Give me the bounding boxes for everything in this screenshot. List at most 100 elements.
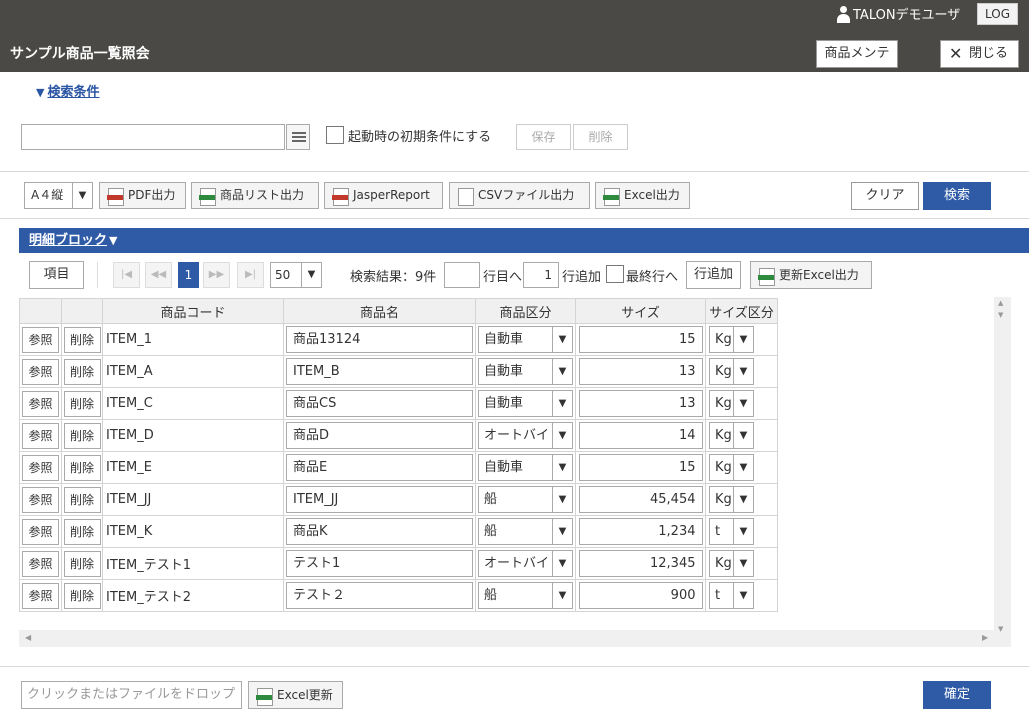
delete-row-button[interactable]: 削除 (63, 326, 101, 353)
product-name-input[interactable]: 商品13124 (286, 326, 473, 353)
reference-button[interactable]: 参照 (22, 422, 59, 449)
product-name-input[interactable]: 商品E (286, 454, 473, 481)
product-list-output-button[interactable]: 商品リスト出力 (191, 182, 319, 209)
reference-button[interactable]: 参照 (22, 582, 59, 609)
detail-block-header[interactable]: 明細ブロック ▼ (19, 228, 1029, 253)
scroll-right-icon[interactable]: ▶ (982, 633, 988, 642)
clear-button[interactable]: クリア (851, 182, 919, 210)
saved-condition-select[interactable] (21, 124, 285, 150)
product-name-input[interactable]: 商品D (286, 422, 473, 449)
file-drop-area[interactable]: クリックまたはファイルをドロップ (21, 681, 242, 709)
column-header-code[interactable]: 商品コード (102, 298, 284, 324)
size-input[interactable]: 1,234 (578, 518, 703, 545)
reference-button[interactable]: 参照 (22, 454, 59, 481)
size-input[interactable]: 14 (578, 422, 703, 449)
column-header-size-unit[interactable]: サイズ区分 (705, 298, 778, 324)
search-conditions-toggle[interactable]: ▼ 検索条件 (36, 81, 99, 100)
save-condition-button[interactable]: 保存 (516, 124, 571, 150)
update-excel-output-button[interactable]: 更新Excel出力 (750, 261, 872, 289)
delete-row-button[interactable]: 削除 (63, 422, 101, 449)
product-name-input[interactable]: 商品K (286, 518, 473, 545)
category-select[interactable]: 船 ▼ (478, 582, 573, 609)
goto-row-input[interactable] (444, 262, 480, 288)
size-input[interactable]: 900 (578, 582, 703, 609)
vertical-scrollbar[interactable]: ▲ ▼ ▼ (994, 297, 1011, 647)
paper-size-select[interactable]: A４縦 ▼ (24, 182, 93, 209)
category-select[interactable]: オートバイ ▼ (478, 422, 573, 449)
category-select[interactable]: 自動車 ▼ (478, 358, 573, 385)
condition-list-button[interactable] (286, 124, 310, 150)
search-button[interactable]: 検索 (923, 182, 991, 210)
jasper-report-button[interactable]: JasperReport (324, 182, 443, 209)
first-page-icon[interactable]: |◀ (113, 262, 140, 288)
excel-update-button[interactable]: Excel更新 (248, 681, 343, 709)
delete-condition-button[interactable]: 削除 (573, 124, 628, 150)
scroll-down-icon[interactable]: ▼ (998, 311, 1003, 319)
reference-button[interactable]: 参照 (22, 550, 59, 577)
size-unit-select[interactable]: Kg ▼ (709, 326, 754, 353)
size-unit-select[interactable]: t ▼ (709, 518, 754, 545)
page-title: サンプル商品一覧照会 (10, 46, 150, 62)
reference-button[interactable]: 参照 (22, 486, 59, 513)
delete-row-button[interactable]: 削除 (63, 582, 101, 609)
product-maintenance-button[interactable]: 商品メンテ (816, 40, 898, 68)
add-row-button[interactable]: 行追加 (686, 261, 741, 289)
category-select[interactable]: オートバイ ▼ (478, 550, 573, 577)
size-unit-select[interactable]: t ▼ (709, 582, 754, 609)
size-unit-select[interactable]: Kg ▼ (709, 550, 754, 577)
scroll-down-icon[interactable]: ▼ (998, 625, 1003, 633)
size-input[interactable]: 12,345 (578, 550, 703, 577)
next-page-icon[interactable]: ▶▶ (203, 262, 230, 288)
last-row-checkbox[interactable] (606, 265, 624, 283)
prev-page-icon[interactable]: ◀◀ (145, 262, 172, 288)
product-name-input[interactable]: ITEM_JJ (286, 486, 473, 513)
size-input[interactable]: 45,454 (578, 486, 703, 513)
reference-button[interactable]: 参照 (22, 326, 59, 353)
size-unit-select[interactable]: Kg ▼ (709, 390, 754, 417)
size-unit-select[interactable]: Kg ▼ (709, 454, 754, 481)
size-unit-select[interactable]: Kg ▼ (709, 422, 754, 449)
scroll-up-icon[interactable]: ▲ (998, 299, 1003, 307)
logout-button[interactable]: LOG (977, 3, 1018, 25)
delete-row-button[interactable]: 削除 (63, 518, 101, 545)
delete-row-button[interactable]: 削除 (63, 486, 101, 513)
product-name-input[interactable]: テスト1 (286, 550, 473, 577)
confirm-button[interactable]: 確定 (923, 681, 991, 709)
product-name-input[interactable]: テスト２ (286, 582, 473, 609)
size-input[interactable]: 13 (578, 358, 703, 385)
size-input[interactable]: 15 (578, 454, 703, 481)
csv-output-button[interactable]: CSVファイル出力 (449, 182, 590, 209)
reference-button[interactable]: 参照 (22, 390, 59, 417)
horizontal-scrollbar[interactable]: ◀ ▶ (19, 630, 994, 647)
pdf-output-button[interactable]: PDF出力 (99, 182, 186, 209)
initial-condition-checkbox[interactable] (326, 126, 344, 144)
current-page[interactable]: 1 (178, 262, 199, 288)
size-input[interactable]: 13 (578, 390, 703, 417)
delete-row-button[interactable]: 削除 (63, 390, 101, 417)
last-page-icon[interactable]: ▶| (237, 262, 264, 288)
delete-row-button[interactable]: 削除 (63, 550, 101, 577)
reference-button[interactable]: 参照 (22, 518, 59, 545)
add-count-input[interactable]: 1 (523, 262, 559, 288)
product-name-input[interactable]: ITEM_B (286, 358, 473, 385)
category-select[interactable]: 自動車 ▼ (478, 454, 573, 481)
delete-row-button[interactable]: 削除 (63, 358, 101, 385)
close-button[interactable]: ✕ 閉じる (940, 40, 1019, 68)
size-unit-select[interactable]: Kg ▼ (709, 358, 754, 385)
column-header-name[interactable]: 商品名 (283, 298, 476, 324)
product-name-input[interactable]: 商品CS (286, 390, 473, 417)
size-unit-select[interactable]: Kg ▼ (709, 486, 754, 513)
reference-button[interactable]: 参照 (22, 358, 59, 385)
size-input[interactable]: 15 (578, 326, 703, 353)
columns-button[interactable]: 項目 (29, 261, 84, 289)
column-header-size[interactable]: サイズ (575, 298, 706, 324)
scroll-left-icon[interactable]: ◀ (25, 633, 31, 642)
category-select[interactable]: 自動車 ▼ (478, 326, 573, 353)
category-select[interactable]: 船 ▼ (478, 486, 573, 513)
category-select[interactable]: 船 ▼ (478, 518, 573, 545)
column-header-category[interactable]: 商品区分 (475, 298, 576, 324)
delete-row-button[interactable]: 削除 (63, 454, 101, 481)
category-select[interactable]: 自動車 ▼ (478, 390, 573, 417)
excel-output-button[interactable]: Excel出力 (595, 182, 690, 209)
rows-per-page-select[interactable]: 50 ▼ (270, 262, 322, 288)
